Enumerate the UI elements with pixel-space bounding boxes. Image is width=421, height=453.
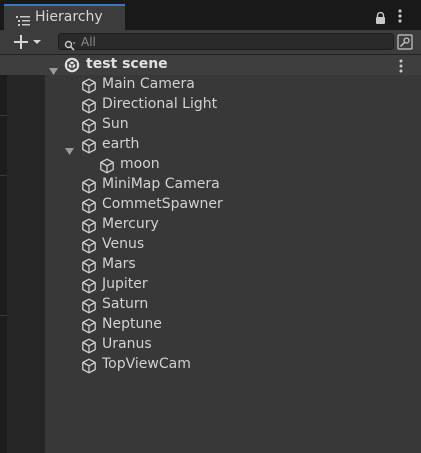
hierarchy-item[interactable]: TopViewCam — [0, 355, 421, 375]
hierarchy-item[interactable]: Main Camera — [0, 75, 421, 95]
hierarchy-item-label: CommetSpawner — [102, 196, 223, 212]
hierarchy-item-label: Sun — [102, 116, 129, 132]
scene-visibility-toggle-icon[interactable] — [397, 34, 413, 54]
hierarchy-item-label: Saturn — [102, 296, 149, 312]
plus-icon — [14, 35, 28, 49]
hierarchy-item-label: Main Camera — [102, 76, 195, 92]
hierarchy-item-label: MiniMap Camera — [102, 176, 220, 192]
tab-title: Hierarchy — [35, 9, 103, 25]
hierarchy-item[interactable]: moon — [0, 155, 421, 175]
hierarchy-item-label: Neptune — [102, 316, 162, 332]
hierarchy-item-label: earth — [102, 136, 140, 152]
hierarchy-item[interactable]: Uranus — [0, 335, 421, 355]
hierarchy-toolbar — [0, 30, 421, 55]
search-input[interactable] — [81, 34, 381, 49]
hierarchy-item-label: Mercury — [102, 216, 159, 232]
cube-icon — [81, 358, 97, 378]
hierarchy-item[interactable]: Venus — [0, 235, 421, 255]
hierarchy-item-label: Jupiter — [102, 276, 148, 292]
hierarchy-item[interactable]: Directional Light — [0, 95, 421, 115]
hierarchy-item[interactable]: Mercury — [0, 215, 421, 235]
search-icon — [64, 36, 76, 55]
hierarchy-item[interactable]: Saturn — [0, 295, 421, 315]
window-tab-bar: Hierarchy — [0, 0, 421, 30]
unity-scene-icon — [64, 57, 80, 77]
window-menu-icon[interactable] — [398, 8, 402, 27]
hierarchy-item[interactable]: MiniMap Camera — [0, 175, 421, 195]
hierarchy-item[interactable]: Sun — [0, 115, 421, 135]
hierarchy-item[interactable]: CommetSpawner — [0, 195, 421, 215]
hierarchy-item-label: moon — [120, 156, 160, 172]
search-field[interactable] — [58, 33, 394, 51]
scene-header-row[interactable]: test scene — [0, 55, 421, 75]
hierarchy-item[interactable]: Jupiter — [0, 275, 421, 295]
hierarchy-list-icon — [16, 12, 30, 31]
hierarchy-item-label: Directional Light — [102, 96, 218, 112]
hierarchy-item[interactable]: Mars — [0, 255, 421, 275]
add-object-button[interactable] — [12, 33, 46, 51]
lock-icon[interactable] — [375, 9, 386, 28]
hierarchy-item-label: TopViewCam — [102, 356, 191, 372]
chevron-down-icon — [33, 40, 41, 44]
hierarchy-item-label: Venus — [102, 236, 145, 252]
scene-name: test scene — [86, 56, 168, 72]
hierarchy-item-label: Uranus — [102, 336, 152, 352]
hierarchy-item[interactable]: earth — [0, 135, 421, 155]
hierarchy-item[interactable]: Neptune — [0, 315, 421, 335]
hierarchy-item-label: Mars — [102, 256, 136, 272]
tab-hierarchy[interactable]: Hierarchy — [4, 4, 125, 30]
